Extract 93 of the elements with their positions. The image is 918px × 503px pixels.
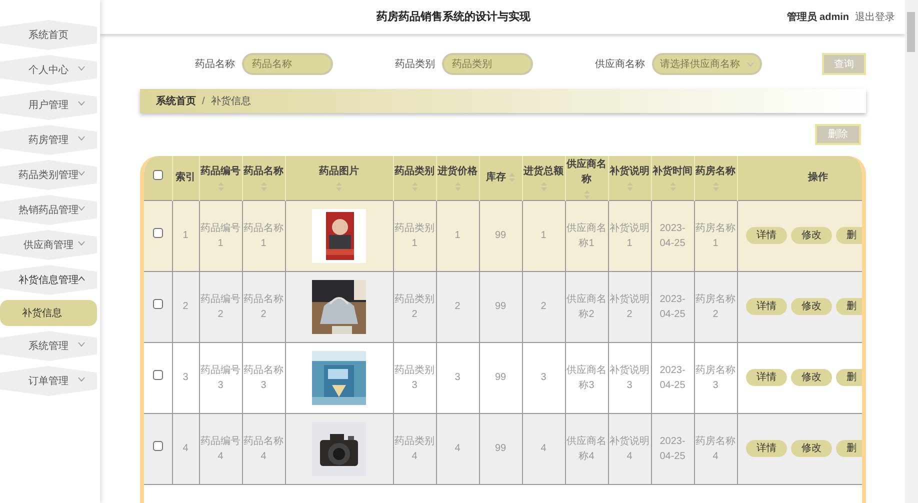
input-field[interactable]: 药品名称 bbox=[242, 53, 333, 75]
action-button[interactable]: 修改 bbox=[790, 369, 832, 386]
checkbox[interactable] bbox=[152, 441, 163, 451]
table-row[interactable]: 4 药品编号4 药品名称4 药品类别4 4 99 4 供应商名称4 补货说明4 2023-04-25 药房名称4 详情 修改 删 bbox=[144, 413, 862, 484]
table-cell: 3 bbox=[436, 342, 479, 413]
table-cell: 药品类别1 bbox=[393, 200, 436, 271]
table-cell: 药品类别3 bbox=[393, 342, 436, 413]
table-cell: 4 bbox=[522, 413, 565, 484]
table-cell: 补货说明1 bbox=[608, 200, 651, 271]
table-cell: 2023-04-25 bbox=[651, 413, 694, 484]
table-cell: 4 bbox=[172, 413, 199, 484]
table-cell: 2 bbox=[522, 271, 565, 342]
table-cell: 1 bbox=[436, 200, 479, 271]
table-row[interactable]: 1 药品编号1 药品名称1 药品类别1 1 99 1 供应商名称1 补货说明1 2023-04-25 药房名称1 详情 修改 删 bbox=[144, 200, 862, 271]
table-cell: 供应商名称3 bbox=[565, 342, 608, 413]
table-cell: 99 bbox=[479, 413, 522, 484]
table-cell: 99 bbox=[479, 342, 522, 413]
action-button[interactable]: 删 bbox=[836, 227, 862, 244]
table-cell: 供应商名称4 bbox=[565, 413, 608, 484]
column-header: 操作 bbox=[808, 172, 828, 184]
sort-icon[interactable] bbox=[584, 190, 590, 199]
sidebar-item[interactable]: 供应商管理 bbox=[0, 230, 97, 260]
chevron-icon bbox=[747, 62, 754, 66]
table-cell: 4 bbox=[436, 413, 479, 484]
sidebar-item[interactable]: 用户管理 bbox=[0, 90, 97, 120]
action-button[interactable]: 修改 bbox=[790, 440, 832, 457]
column-header[interactable]: 库存 bbox=[486, 172, 506, 184]
table-cell: 药品编号1 bbox=[199, 200, 242, 271]
action-button[interactable]: 删 bbox=[836, 369, 862, 386]
table-cell: 药品类别4 bbox=[393, 413, 436, 484]
user-label: 管理员 admin bbox=[786, 10, 849, 24]
breadcrumb-current: 补货信息 bbox=[210, 94, 251, 108]
table-cell: 3 bbox=[172, 342, 199, 413]
action-button[interactable]: 删 bbox=[836, 298, 862, 315]
input-field[interactable]: 药品类别 bbox=[442, 53, 533, 75]
checkbox[interactable] bbox=[152, 299, 163, 309]
sidebar-item[interactable]: 补货信息管理 bbox=[0, 265, 97, 295]
breadcrumb-link[interactable]: 系统首页 bbox=[156, 94, 196, 108]
table-cell: 2023-04-25 bbox=[651, 200, 694, 271]
scrollbar[interactable] bbox=[905, 0, 918, 503]
table-cell: 药品编号3 bbox=[199, 342, 242, 413]
sidebar-item[interactable]: 系统管理 bbox=[0, 331, 97, 361]
action-button[interactable]: 修改 bbox=[790, 298, 832, 315]
table-row[interactable]: 3 药品编号3 药品名称3 药品类别3 3 99 3 供应商名称3 补货说明3 2023-04-25 药房名称3 详情 修改 删 bbox=[144, 342, 862, 413]
field-label: 药品类别 bbox=[395, 58, 435, 72]
table-cell: 药品类别2 bbox=[393, 271, 436, 342]
app-title: 药房药品销售系统的设计与实现 bbox=[375, 10, 532, 25]
checkbox[interactable] bbox=[152, 370, 163, 380]
field-label: 供应商名称 bbox=[595, 58, 645, 72]
sidebar-subitem[interactable]: 补货信息 bbox=[0, 300, 97, 326]
action-button[interactable]: 详情 bbox=[746, 369, 786, 386]
table-cell: 药品名称1 bbox=[242, 200, 285, 271]
action-button[interactable]: 详情 bbox=[746, 440, 786, 457]
table-cell: 补货说明2 bbox=[608, 271, 651, 342]
table-cell: 药房名称4 bbox=[694, 413, 737, 484]
checkbox[interactable] bbox=[152, 228, 163, 238]
sidebar-item[interactable]: 药品类别管理 bbox=[0, 160, 97, 190]
sidebar-item[interactable]: 药房管理 bbox=[0, 125, 97, 155]
table-cell: 药房名称3 bbox=[694, 342, 737, 413]
action-button[interactable]: 详情 bbox=[746, 298, 786, 315]
table-cell: 药品名称4 bbox=[242, 413, 285, 484]
table-cell: 1 bbox=[172, 200, 199, 271]
checkbox[interactable] bbox=[152, 170, 163, 180]
table-cell: 2 bbox=[172, 271, 199, 342]
table-cell: 补货说明3 bbox=[608, 342, 651, 413]
table-cell: 补货说明4 bbox=[608, 413, 651, 484]
table-cell: 药房名称1 bbox=[694, 200, 737, 271]
table-cell: 2023-04-25 bbox=[651, 271, 694, 342]
action-button[interactable]: 删 bbox=[836, 440, 862, 457]
table-cell: 药品名称3 bbox=[242, 342, 285, 413]
table-cell: 99 bbox=[479, 271, 522, 342]
table-cell: 药品名称2 bbox=[242, 271, 285, 342]
table-row[interactable]: 2 药品编号2 药品名称2 药品类别2 2 99 2 供应商名称2 补货说明2 2023-04-25 药房名称2 详情 修改 删 bbox=[144, 271, 862, 342]
table-cell: 2 bbox=[436, 271, 479, 342]
column-header: 索引 bbox=[176, 172, 196, 184]
sidebar-item[interactable]: 系统首页 bbox=[0, 20, 97, 50]
logout-link[interactable]: 退出登录 bbox=[855, 10, 895, 24]
table-cell: 药房名称2 bbox=[694, 271, 737, 342]
table-cell: 供应商名称2 bbox=[565, 271, 608, 342]
table-cell: 药品编号4 bbox=[199, 413, 242, 484]
table-cell: 99 bbox=[479, 200, 522, 271]
table-cell: 供应商名称1 bbox=[565, 200, 608, 271]
action-button[interactable]: 修改 bbox=[790, 227, 832, 244]
table-cell: 药品编号2 bbox=[199, 271, 242, 342]
sidebar-item[interactable]: 个人中心 bbox=[0, 55, 97, 85]
breadcrumb-separator: / bbox=[202, 94, 205, 108]
field-label: 药品名称 bbox=[195, 58, 235, 72]
table-cell: 2023-04-25 bbox=[651, 342, 694, 413]
action-button[interactable]: 详情 bbox=[746, 227, 786, 244]
table-cell: 1 bbox=[522, 200, 565, 271]
table-cell: 3 bbox=[522, 342, 565, 413]
sidebar-item[interactable]: 热销药品管理 bbox=[0, 195, 97, 225]
sidebar-item[interactable]: 订单管理 bbox=[0, 366, 97, 396]
